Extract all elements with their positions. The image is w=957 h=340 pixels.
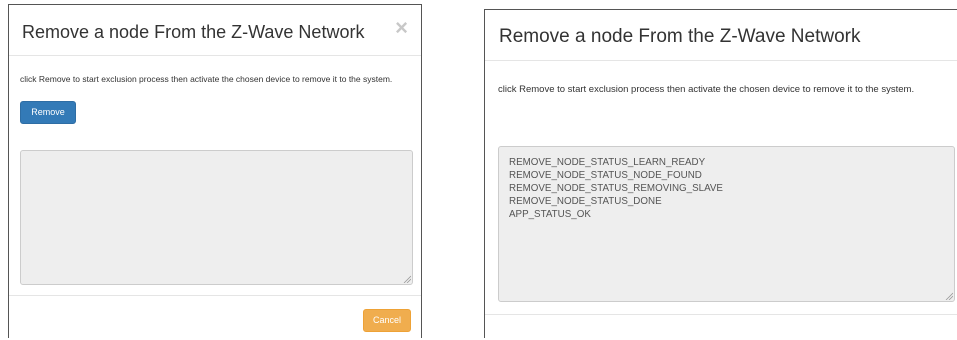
status-log-textarea[interactable]	[20, 150, 413, 285]
dialog-description: click Remove to start exclusion process …	[498, 84, 915, 95]
dialog-footer: Cancel	[9, 295, 421, 340]
remove-button[interactable]: Remove	[20, 101, 76, 124]
cancel-button[interactable]: Cancel	[363, 309, 411, 332]
dialog-title: Remove a node From the Z-Wave Network	[22, 22, 365, 42]
remove-node-dialog-result: Remove a node From the Z-Wave Network cl…	[484, 9, 957, 338]
remove-node-dialog-initial: Remove a node From the Z-Wave Network × …	[8, 4, 422, 338]
close-icon[interactable]: ×	[395, 17, 408, 39]
dialog-header: Remove a node From the Z-Wave Network ×	[9, 5, 421, 56]
dialog-footer	[485, 314, 957, 340]
dialog-description: click Remove to start exclusion process …	[20, 74, 393, 84]
status-log-textarea[interactable]: REMOVE_NODE_STATUS_LEARN_READY REMOVE_NO…	[498, 146, 955, 302]
dialog-title: Remove a node From the Z-Wave Network	[499, 26, 861, 47]
dialog-header: Remove a node From the Z-Wave Network	[485, 10, 957, 61]
